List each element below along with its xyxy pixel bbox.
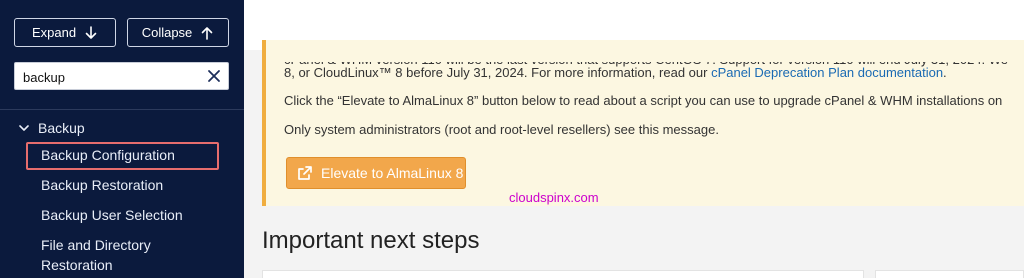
elevate-almalinux-button[interactable]: Elevate to AlmaLinux 8: [286, 157, 466, 189]
notice-line-2-text: 8, or CloudLinux™ 8 before July 31, 2024…: [284, 65, 712, 80]
notice-line-4: Only system administrators (root and roo…: [284, 122, 719, 137]
sidebar-group-backup[interactable]: Backup: [18, 118, 85, 138]
collapse-button[interactable]: Collapse: [127, 18, 229, 47]
arrow-down-icon: [85, 25, 97, 39]
sidebar-item-file-and-directory-restoration[interactable]: Restoration: [41, 255, 113, 275]
deprecation-plan-link[interactable]: cPanel Deprecation Plan documentation: [711, 65, 943, 80]
arrow-up-icon: [201, 26, 213, 40]
collapse-label: Collapse: [141, 25, 193, 40]
watermark-text: cloudspinx.com: [509, 190, 599, 205]
notice-line-2: 8, or CloudLinux™ 8 before July 31, 2024…: [284, 65, 947, 81]
next-steps-card: [262, 270, 864, 278]
close-icon[interactable]: [207, 69, 221, 83]
search-box: [14, 62, 229, 90]
sidebar-item-backup-user-selection[interactable]: Backup User Selection: [41, 205, 183, 225]
side-card: [875, 270, 1024, 278]
sidebar-item-file-and-directory[interactable]: File and Directory: [41, 235, 151, 255]
expand-label: Expand: [31, 25, 77, 40]
sidebar-group-label: Backup: [38, 120, 85, 136]
sidebar: Expand Collapse Backup Backup Configurat…: [0, 0, 244, 278]
deprecation-notice: cPanel & WHM version 110 will be the las…: [262, 40, 1024, 206]
notice-line-3: Click the “Elevate to AlmaLinux 8” butto…: [284, 93, 1003, 108]
external-link-icon: [298, 166, 312, 180]
sidebar-divider: [0, 109, 244, 110]
expand-button[interactable]: Expand: [14, 18, 116, 47]
sidebar-item-backup-configuration[interactable]: Backup Configuration: [41, 145, 175, 165]
notice-line-2-suffix: .: [943, 65, 947, 80]
search-input[interactable]: [23, 68, 203, 86]
elevate-button-label: Elevate to AlmaLinux 8: [321, 165, 464, 181]
chevron-down-icon: [19, 125, 29, 131]
sidebar-item-backup-restoration[interactable]: Backup Restoration: [41, 175, 163, 195]
section-heading: Important next steps: [262, 227, 480, 254]
